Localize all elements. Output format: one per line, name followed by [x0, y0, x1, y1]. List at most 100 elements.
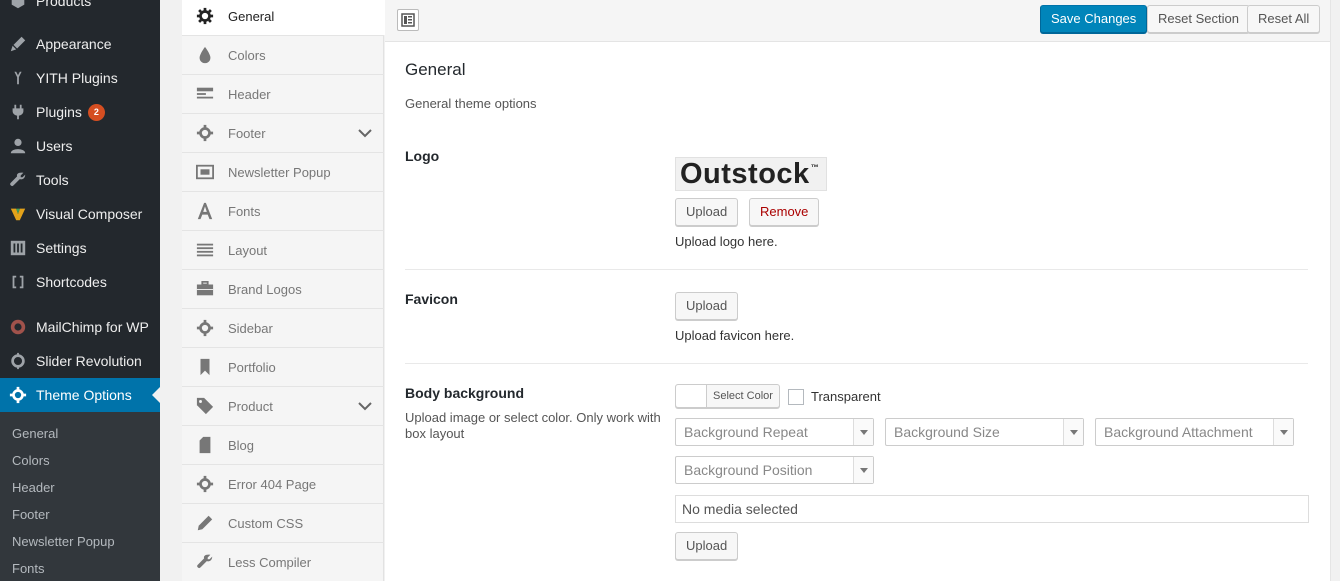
logo-description: Upload logo here.: [675, 234, 778, 249]
favicon-label: Favicon: [405, 291, 458, 307]
chevron-down-icon[interactable]: [358, 399, 372, 414]
nav-item-fonts[interactable]: Fonts: [182, 192, 384, 231]
menu-item-plugins[interactable]: Plugins 2: [0, 95, 160, 129]
logo-preview: Outstock ™: [675, 157, 827, 191]
menu-item-shortcodes[interactable]: Shortcodes: [0, 265, 160, 299]
nav-item-label: Less Compiler: [228, 554, 312, 570]
nav-item-label: Colors: [228, 47, 266, 63]
transparent-label: Transparent: [811, 389, 881, 404]
media-url-input[interactable]: No media selected: [675, 495, 1309, 523]
header-icon: [182, 86, 228, 102]
nav-item-portfolio[interactable]: Portfolio: [182, 348, 384, 387]
font-icon: [182, 202, 228, 220]
nav-item-brand-logos[interactable]: Brand Logos: [182, 270, 384, 309]
nav-item-error-404[interactable]: Error 404 Page: [182, 465, 384, 504]
gear-icon: [182, 319, 228, 337]
wrench-icon: [182, 553, 228, 571]
drop-icon: [182, 46, 228, 64]
nav-item-label: Custom CSS: [228, 515, 304, 531]
options-content: General General theme options Logo Outst…: [385, 42, 1330, 581]
appearance-icon: [0, 35, 36, 53]
nav-item-footer[interactable]: Footer: [182, 114, 384, 153]
caret-down-icon: [853, 457, 873, 483]
plugins-icon: [0, 103, 36, 121]
mailchimp-icon: [0, 318, 36, 336]
submenu-item-general[interactable]: General: [12, 426, 58, 441]
background-position-select[interactable]: Background Position: [675, 456, 874, 484]
nav-item-label: Newsletter Popup: [228, 164, 331, 180]
select-color-label: Select Color: [713, 390, 773, 402]
submenu-item-header[interactable]: Header: [12, 480, 55, 495]
submenu-item-colors[interactable]: Colors: [12, 453, 50, 468]
logo-label: Logo: [405, 148, 440, 164]
favicon-description: Upload favicon here.: [675, 328, 795, 343]
caret-down-icon: [1063, 419, 1083, 445]
caret-down-icon: [1273, 419, 1293, 445]
pencil-icon: [182, 514, 228, 532]
theme-options-submenu: General Colors Header Footer Newsletter …: [0, 412, 160, 581]
background-upload-button[interactable]: Upload: [675, 532, 739, 560]
section-description: General theme options: [405, 96, 537, 111]
menu-item-products[interactable]: Products: [0, 0, 160, 18]
menu-item-users[interactable]: Users: [0, 129, 160, 163]
nav-item-less-compiler[interactable]: Less Compiler: [182, 543, 384, 581]
nav-item-sidebar[interactable]: Sidebar: [182, 309, 384, 348]
background-attachment-select[interactable]: Background Attachment: [1095, 418, 1294, 446]
expand-options-button[interactable]: [397, 9, 419, 31]
options-section-nav: General Colors Header Footer Newsletter …: [182, 0, 385, 581]
transparent-checkbox[interactable]: [788, 389, 804, 405]
nav-item-colors[interactable]: Colors: [182, 36, 384, 75]
menu-item-mailchimp[interactable]: MailChimp for WP: [0, 310, 160, 344]
nav-item-product[interactable]: Product: [182, 387, 384, 426]
color-picker-button[interactable]: Select Color: [675, 384, 780, 408]
nav-item-label: Fonts: [228, 203, 261, 219]
logo-upload-button[interactable]: Upload: [675, 198, 739, 226]
nav-item-newsletter-popup[interactable]: Newsletter Popup: [182, 153, 384, 192]
menu-item-settings[interactable]: Settings: [0, 231, 160, 265]
logo-remove-button[interactable]: Remove: [749, 198, 820, 226]
gear-icon: [0, 386, 36, 404]
menu-item-slider-revolution[interactable]: Slider Revolution: [0, 344, 160, 378]
menu-item-yith-plugins[interactable]: YITH Plugins: [0, 61, 160, 95]
nav-item-label: Product: [228, 398, 273, 414]
visual-composer-icon: [0, 205, 36, 223]
chevron-down-icon[interactable]: [358, 126, 372, 141]
section-title: General: [405, 60, 466, 79]
divider: [405, 269, 1308, 270]
bookmark-icon: [182, 358, 228, 376]
reset-all-button[interactable]: Reset All: [1247, 5, 1321, 33]
nav-item-custom-css[interactable]: Custom CSS: [182, 504, 384, 543]
expand-icon: [401, 13, 415, 27]
scrollbar[interactable]: [1330, 0, 1340, 581]
menu-item-appearance[interactable]: Appearance: [0, 27, 160, 61]
nav-item-general[interactable]: General: [182, 0, 385, 36]
submenu-item-fonts[interactable]: Fonts: [12, 561, 45, 576]
nav-item-label: Blog: [228, 437, 255, 453]
plugins-update-badge: 2: [87, 103, 105, 121]
favicon-upload-button[interactable]: Upload: [675, 292, 739, 320]
submenu-item-footer[interactable]: Footer: [12, 507, 50, 522]
logo-preview-text: Outstock: [680, 157, 810, 190]
options-toolbar: Save Changes Reset Section Reset All: [385, 0, 1330, 42]
background-repeat-select[interactable]: Background Repeat: [675, 418, 874, 446]
reset-section-button[interactable]: Reset Section: [1147, 5, 1250, 33]
background-size-select[interactable]: Background Size: [885, 418, 1084, 446]
tools-icon: [0, 171, 36, 189]
color-swatch: [676, 385, 707, 407]
submenu-item-newsletter-popup[interactable]: Newsletter Popup: [12, 534, 115, 549]
nav-item-header[interactable]: Header: [182, 75, 384, 114]
nav-item-label: General: [228, 8, 275, 24]
nav-item-label: Layout: [228, 242, 268, 258]
nav-item-blog[interactable]: Blog: [182, 426, 384, 465]
nav-item-layout[interactable]: Layout: [182, 231, 384, 270]
users-icon: [0, 137, 36, 155]
tag-icon: [182, 397, 228, 415]
save-changes-button[interactable]: Save Changes: [1040, 5, 1148, 33]
popup-icon: [182, 164, 228, 180]
nav-item-label: Brand Logos: [228, 281, 302, 297]
nav-item-label: Error 404 Page: [228, 476, 317, 492]
menu-item-visual-composer[interactable]: Visual Composer: [0, 197, 160, 231]
layout-icon: [182, 242, 228, 258]
menu-item-tools[interactable]: Tools: [0, 163, 160, 197]
menu-item-theme-options[interactable]: Theme Options: [0, 378, 160, 412]
